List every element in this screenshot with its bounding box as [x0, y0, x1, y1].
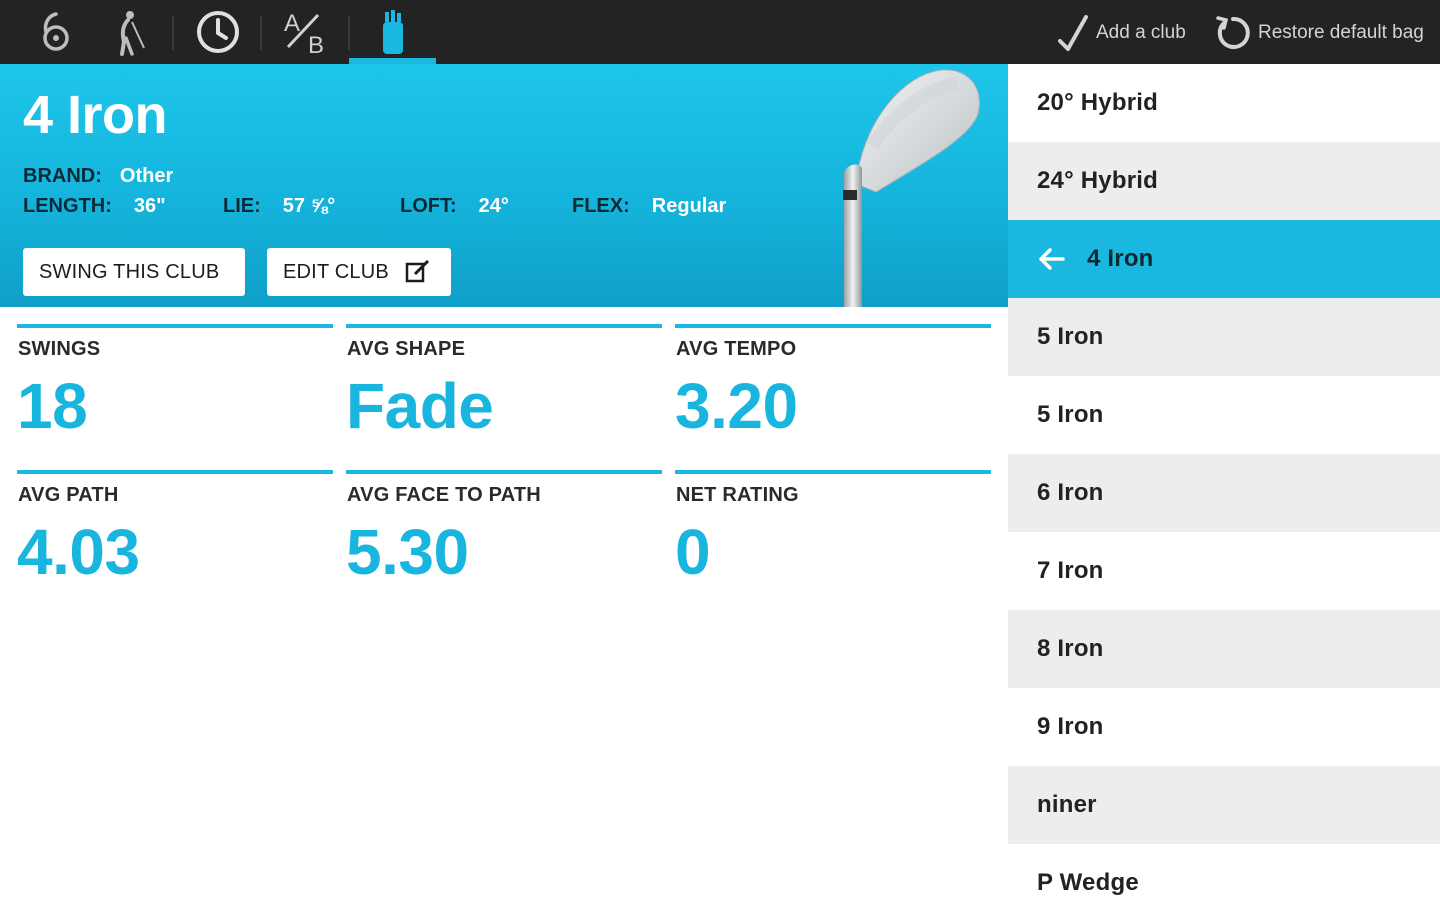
stat-value: 5.30	[346, 516, 469, 588]
club-list-item[interactable]: 7 Iron	[1008, 532, 1440, 610]
nav-divider	[348, 16, 350, 50]
flex-label: FLEX:	[572, 195, 630, 217]
length-label: LENGTH:	[23, 195, 112, 217]
loft-label: LOFT:	[400, 195, 457, 217]
stat-label: AVG SHAPE	[347, 338, 466, 360]
spec-flex: FLEX: Regular	[572, 195, 726, 218]
stat-rule	[17, 324, 333, 328]
club-list-item[interactable]: 5 Iron	[1008, 298, 1440, 376]
restore-icon	[1216, 16, 1250, 49]
stat-avg-face-to-path: AVG FACE TO PATH 5.30	[346, 470, 662, 589]
swing-this-club-button[interactable]: SWING THIS CLUB	[23, 248, 245, 296]
stat-rule	[346, 470, 662, 474]
spec-length: LENGTH: 36"	[23, 195, 166, 218]
golf-bag-icon[interactable]	[370, 6, 414, 58]
stat-rule	[17, 470, 333, 474]
stat-label: SWINGS	[18, 338, 101, 360]
stat-label: NET RATING	[676, 484, 799, 506]
golfer-icon[interactable]	[104, 6, 156, 58]
club-list-item-selected[interactable]: 4 Iron	[1008, 220, 1440, 298]
spec-lie: LIE: 57 ⅝°	[223, 195, 335, 218]
loft-value: 24°	[478, 195, 509, 217]
club-list: 20° Hybrid 24° Hybrid 4 Iron 5 Iron 5 Ir…	[1008, 64, 1440, 900]
stat-value: Fade	[346, 370, 494, 442]
nav-divider	[260, 16, 262, 50]
stat-rule	[675, 324, 991, 328]
spec-brand: BRAND: Other	[23, 165, 173, 188]
stat-value: 18	[17, 370, 88, 442]
club-list-item-label: 5 Iron	[1037, 401, 1104, 428]
club-list-item-label: 24° Hybrid	[1037, 167, 1158, 194]
flex-value: Regular	[651, 195, 727, 217]
club-image	[843, 69, 980, 307]
club-list-item-label: niner	[1037, 791, 1097, 818]
stat-value: 4.03	[17, 516, 140, 588]
restore-default-bag-button[interactable]: Restore default bag	[1214, 14, 1424, 52]
swing-this-club-label: SWING THIS CLUB	[39, 260, 220, 283]
stat-label: AVG PATH	[18, 484, 119, 506]
swing-icon[interactable]	[30, 6, 82, 58]
svg-text:B: B	[308, 32, 324, 57]
clock-icon[interactable]	[190, 6, 246, 58]
brand-value: Other	[119, 165, 174, 187]
edit-club-label: EDIT CLUB	[283, 260, 389, 283]
club-list-item-label: 4 Iron	[1087, 245, 1154, 272]
add-club-label: Add a club	[1096, 22, 1186, 43]
add-club-button[interactable]: Add a club	[1056, 14, 1186, 52]
spec-loft: LOFT: 24°	[400, 195, 509, 218]
edit-icon	[405, 260, 429, 283]
club-list-item-label: 7 Iron	[1037, 557, 1104, 584]
club-list-item[interactable]: 8 Iron	[1008, 610, 1440, 688]
club-list-item[interactable]: 24° Hybrid	[1008, 142, 1440, 220]
club-list-item-label: 5 Iron	[1037, 323, 1104, 350]
stat-rule	[346, 324, 662, 328]
lie-value: 57 ⅝°	[282, 195, 336, 217]
brand-label: BRAND:	[23, 165, 102, 187]
club-list-item-label: 20° Hybrid	[1037, 89, 1158, 116]
restore-bag-label: Restore default bag	[1258, 22, 1424, 43]
lie-label: LIE:	[223, 195, 261, 217]
svg-text:A: A	[284, 10, 300, 37]
club-list-item[interactable]: 20° Hybrid	[1008, 64, 1440, 142]
stat-avg-tempo: AVG TEMPO 3.20	[675, 324, 991, 443]
club-list-item-label: P Wedge	[1037, 869, 1139, 896]
stat-label: AVG FACE TO PATH	[347, 484, 541, 506]
action-bar: A B Add a club Restore default bag	[0, 0, 1440, 64]
club-header: 4 Iron BRAND: Other LENGTH: 36" LIE: 57 ⅝° …	[0, 64, 1008, 307]
length-value: 36"	[133, 195, 166, 217]
stat-value: 3.20	[675, 370, 798, 442]
stat-label: AVG TEMPO	[676, 338, 797, 360]
ab-compare-icon[interactable]: A B	[276, 6, 336, 58]
club-list-item-label: 6 Iron	[1037, 479, 1104, 506]
club-list-item[interactable]: 9 Iron	[1008, 688, 1440, 766]
stat-avg-path: AVG PATH 4.03	[17, 470, 333, 589]
club-list-item-label: 8 Iron	[1037, 635, 1104, 662]
edit-club-button[interactable]: EDIT CLUB	[267, 248, 451, 296]
club-list-item[interactable]: 5 Iron	[1008, 376, 1440, 454]
back-arrow-icon	[1037, 247, 1065, 271]
stat-rule	[675, 470, 991, 474]
club-list-item[interactable]: niner	[1008, 766, 1440, 844]
stat-swings: SWINGS 18	[17, 324, 333, 443]
club-title: 4 Iron	[23, 85, 168, 145]
club-list-item-label: 9 Iron	[1037, 713, 1104, 740]
checkmark-icon	[1058, 15, 1088, 51]
stat-value: 0	[675, 516, 711, 588]
stat-net-rating: NET RATING 0	[675, 470, 991, 589]
club-list-item[interactable]: P Wedge	[1008, 844, 1440, 900]
club-list-item[interactable]: 6 Iron	[1008, 454, 1440, 532]
stat-avg-shape: AVG SHAPE Fade	[346, 324, 662, 443]
nav-divider	[172, 16, 174, 50]
